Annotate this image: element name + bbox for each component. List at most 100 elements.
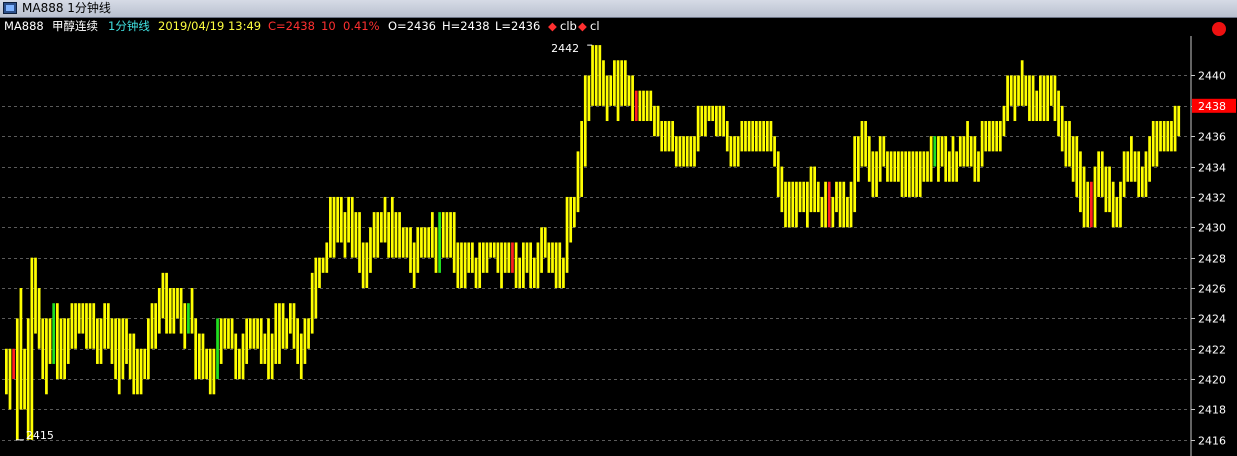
price-bar [867, 136, 871, 182]
price-bar [372, 212, 376, 258]
price-bar [1155, 121, 1159, 167]
price-bar [718, 105, 722, 137]
price-bar [620, 60, 624, 106]
price-bar [787, 181, 791, 228]
price-bar [605, 75, 609, 122]
y-tick-label: 2416 [1198, 435, 1226, 448]
price-bar [1046, 75, 1050, 122]
info-high: H=2438 [442, 19, 490, 33]
price-bar [449, 212, 452, 258]
max-label: 2442 [551, 42, 579, 55]
price-bar [1071, 136, 1075, 182]
price-bar [365, 242, 369, 289]
price-bar [132, 333, 136, 395]
price-bar [769, 121, 773, 152]
price-bar [816, 181, 820, 213]
price-bar [1162, 121, 1166, 152]
price-bar [846, 196, 849, 228]
price-bar [653, 105, 656, 137]
price-bar [278, 303, 281, 364]
price-bar [85, 303, 88, 349]
price-bar [955, 151, 958, 182]
price-bar [693, 136, 696, 167]
price-bar [937, 136, 940, 182]
price-bar [671, 121, 675, 152]
price-bar [1126, 151, 1130, 182]
price-bar [216, 318, 219, 380]
price-bar [463, 242, 467, 289]
price-bar [820, 196, 824, 228]
price-bar [725, 121, 729, 152]
price-bar [154, 303, 158, 349]
price-bar [245, 318, 249, 364]
price-chart[interactable]: 2416 2418 2420 2422 2424 2426 2428 2430 2432 2434… [0, 36, 1237, 456]
price-bar [580, 121, 583, 197]
price-bar [259, 318, 263, 364]
price-bar [558, 242, 562, 289]
price-bar [310, 272, 314, 334]
price-bar [860, 121, 864, 167]
price-bar [809, 166, 813, 213]
price-bar [962, 136, 966, 167]
price-bar [849, 181, 853, 228]
price-bar [1137, 151, 1141, 197]
y-tick-label: 2418 [1198, 404, 1226, 417]
price-bar [288, 303, 292, 334]
price-bar [602, 60, 605, 106]
price-bar [256, 318, 259, 349]
price-bar [263, 333, 267, 364]
price-bar [1082, 166, 1086, 228]
info-indicator-clb[interactable]: clb [560, 18, 577, 34]
price-bar [318, 257, 321, 289]
price-bar [41, 318, 45, 380]
price-bar [77, 303, 81, 334]
diamond-icon: ◆ [578, 19, 587, 33]
price-bar [995, 121, 999, 152]
price-bar [875, 151, 878, 197]
info-open: O=2436 [388, 19, 436, 33]
price-bar [1177, 105, 1181, 137]
price-bar [1122, 151, 1126, 197]
price-bar [474, 257, 478, 289]
status-face-icon[interactable] [1212, 22, 1226, 36]
price-bar [765, 121, 769, 152]
window-app-icon [3, 2, 17, 14]
price-bar [711, 105, 715, 122]
price-bar [736, 136, 740, 167]
price-bar [893, 151, 897, 182]
price-bar [238, 348, 241, 380]
price-bar [48, 318, 52, 364]
price-bar [241, 333, 245, 380]
price-bar [1006, 75, 1009, 122]
info-low: L=2436 [495, 19, 541, 33]
price-bar [339, 196, 343, 243]
price-bar [773, 136, 776, 167]
price-bar [638, 90, 642, 122]
y-tick-label: 2422 [1198, 344, 1226, 357]
y-tick-label: 2420 [1198, 374, 1226, 387]
price-bar [627, 75, 631, 106]
price-bar [30, 257, 34, 440]
price-bar [1104, 166, 1108, 213]
price-bar [401, 227, 405, 258]
price-bar [165, 272, 168, 334]
info-indicator-cl[interactable]: cl [590, 18, 600, 34]
price-bar [616, 60, 620, 122]
window-title: MA888 1分钟线 [22, 1, 111, 15]
price-bar [409, 227, 412, 273]
price-bar [183, 303, 187, 349]
y-tick-label: 2426 [1198, 283, 1226, 296]
chart-area[interactable]: 2416 2418 2420 2422 2424 2426 2428 2430 2432 2434… [0, 36, 1237, 456]
price-bar [23, 348, 26, 410]
price-bar [1170, 121, 1173, 152]
price-bar [139, 348, 143, 395]
price-bar [347, 196, 350, 243]
price-bar [540, 227, 543, 273]
price-bar [445, 212, 449, 258]
info-datetime: 2019/04/19 13:49 [158, 19, 262, 33]
price-bar [722, 105, 725, 137]
price-bar [19, 288, 23, 410]
price-bar [1166, 121, 1170, 152]
price-bar [532, 257, 536, 289]
price-bar [664, 121, 667, 152]
